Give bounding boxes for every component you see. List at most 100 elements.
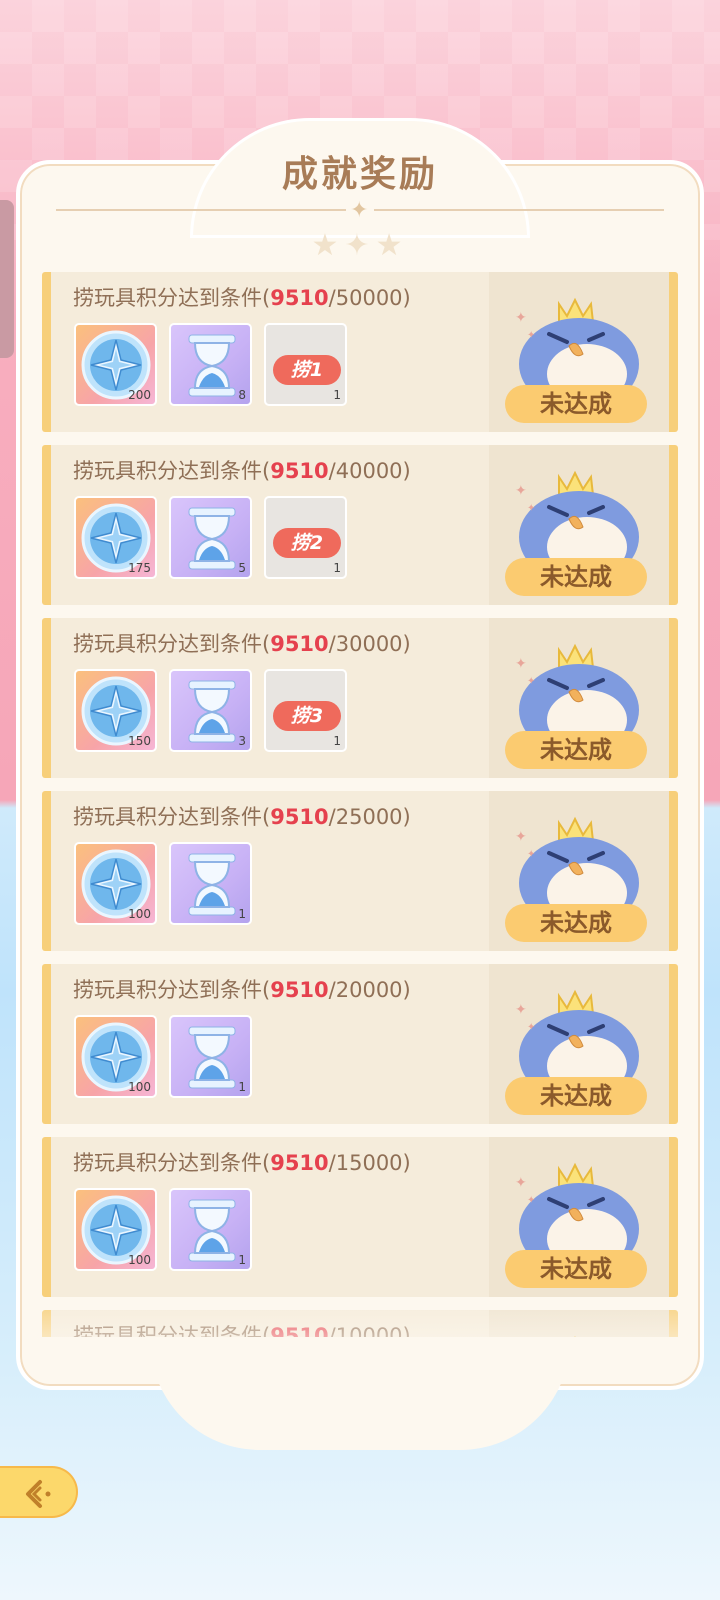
penguin-mascot: ✦ ✦ (509, 640, 649, 756)
back-arrow-icon (26, 1480, 51, 1508)
achievement-row: 捞玩具积分达到条件(9510/50000) 200 8 捞1 1 ✦ ✦ 未达成 (42, 272, 678, 432)
ticket-label: 捞1 (273, 355, 341, 385)
status-zone: ✦ ✦ 未达成 (489, 964, 669, 1124)
target-score: /25000) (328, 805, 411, 829)
reward-ticket[interactable]: 捞1 1 (264, 323, 347, 406)
status-zone: ✦ ✦ 未达成 (489, 272, 669, 432)
reward-ticket[interactable]: 捞3 1 (264, 669, 347, 752)
achievement-row: 捞玩具积分达到条件(9510/25000) 100 1 ✦ ✦ 未达成 (42, 791, 678, 951)
item-quantity: 1 (333, 388, 341, 402)
current-score: 9510 (270, 978, 329, 1002)
item-quantity: 1 (238, 907, 246, 921)
svg-text:✦: ✦ (515, 1002, 527, 1018)
svg-text:✦: ✦ (515, 483, 527, 499)
current-score: 9510 (270, 632, 329, 656)
reward-compass[interactable]: 100 (74, 1188, 157, 1271)
item-quantity: 175 (128, 561, 151, 575)
reward-compass[interactable]: 200 (74, 323, 157, 406)
svg-text:✦: ✦ (515, 1175, 527, 1191)
status-button[interactable]: 未达成 (505, 904, 647, 942)
svg-text:✦: ✦ (527, 676, 535, 687)
condition-prefix: 捞玩具积分达到条件( (73, 632, 271, 656)
status-zone: ✦ ✦ 未达成 (489, 445, 669, 605)
current-score: 9510 (270, 286, 329, 310)
reward-ticket[interactable]: 捞2 1 (264, 496, 347, 579)
condition-text: 捞玩具积分达到条件(9510/20000) (73, 974, 411, 1004)
item-quantity: 3 (238, 734, 246, 748)
item-quantity: 1 (333, 561, 341, 575)
reward-hourglass[interactable]: 1 (169, 1015, 252, 1098)
svg-text:✦: ✦ (515, 656, 527, 672)
item-quantity: 1 (238, 1253, 246, 1267)
penguin-mascot-icon: ✦ ✦ (515, 989, 639, 1102)
svg-text:✦: ✦ (515, 310, 527, 326)
reward-compass[interactable]: 150 (74, 669, 157, 752)
svg-text:✦: ✦ (527, 503, 535, 514)
status-button[interactable]: 未达成 (505, 1250, 647, 1288)
condition-text: 捞玩具积分达到条件(9510/15000) (73, 1147, 411, 1177)
reward-items: 100 1 (74, 1015, 252, 1098)
reward-hourglass[interactable]: 1 (169, 842, 252, 925)
current-score: 9510 (270, 805, 329, 829)
penguin-mascot-icon: ✦ ✦ (515, 470, 639, 583)
sparkle-icon: ✦ (350, 198, 369, 223)
reward-items: 200 8 捞1 1 (74, 323, 347, 406)
status-button[interactable]: 未达成 (505, 1077, 647, 1115)
penguin-mascot: ✦ ✦ (509, 1159, 649, 1275)
back-button[interactable] (0, 1466, 78, 1518)
item-quantity: 100 (128, 1080, 151, 1094)
reward-items: 150 3 捞3 1 (74, 669, 347, 752)
title-divider-left (56, 209, 346, 211)
svg-text:✦: ✦ (527, 330, 535, 341)
item-quantity: 100 (128, 907, 151, 921)
reward-hourglass[interactable]: 1 (169, 1188, 252, 1271)
svg-text:✦: ✦ (527, 1022, 535, 1033)
penguin-mascot: ✦ ✦ (509, 986, 649, 1102)
status-button[interactable]: 未达成 (505, 385, 647, 423)
status-button[interactable]: 未达成 (505, 558, 647, 596)
side-drawer-handle[interactable] (0, 200, 14, 358)
penguin-mascot-icon: ✦ ✦ (515, 1162, 639, 1275)
penguin-mascot-icon: ✦ ✦ (515, 643, 639, 756)
condition-prefix: 捞玩具积分达到条件( (73, 805, 271, 829)
svg-text:✦: ✦ (527, 1195, 535, 1206)
achievement-row: 捞玩具积分达到条件(9510/15000) 100 1 ✦ ✦ 未达成 (42, 1137, 678, 1297)
reward-hourglass[interactable]: 3 (169, 669, 252, 752)
current-score: 9510 (270, 459, 329, 483)
target-score: /50000) (328, 286, 411, 310)
penguin-mascot: ✦ ✦ (509, 813, 649, 929)
reward-items: 175 5 捞2 1 (74, 496, 347, 579)
reward-items: 100 1 (74, 1188, 252, 1271)
item-quantity: 100 (128, 1253, 151, 1267)
current-score: 9510 (270, 1151, 329, 1175)
condition-prefix: 捞玩具积分达到条件( (73, 978, 271, 1002)
reward-compass[interactable]: 100 (74, 1015, 157, 1098)
penguin-mascot: ✦ ✦ (509, 294, 649, 410)
status-zone: ✦ ✦ 未达成 (489, 618, 669, 778)
page-title: 成就奖励 (281, 154, 438, 195)
title-divider-right (374, 209, 664, 211)
condition-prefix: 捞玩具积分达到条件( (73, 459, 271, 483)
reward-compass[interactable]: 100 (74, 842, 157, 925)
status-zone: ✦ ✦ 未达成 (489, 791, 669, 951)
target-score: /30000) (328, 632, 411, 656)
penguin-mascot-icon: ✦ ✦ (515, 816, 639, 929)
condition-text: 捞玩具积分达到条件(9510/40000) (73, 455, 411, 485)
item-quantity: 8 (238, 388, 246, 402)
penguin-mascot: ✦ ✦ (509, 467, 649, 583)
achievement-list[interactable]: 捞玩具积分达到条件(9510/50000) 200 8 捞1 1 ✦ ✦ 未达成 捞玩… (42, 272, 678, 1337)
achievement-row: 捞玩具积分达到条件(9510/30000) 150 3 捞3 1 ✦ ✦ 未达成 (42, 618, 678, 778)
achievement-row: 捞玩具积分达到条件(9510/40000) 175 5 捞2 1 ✦ ✦ 未达成 (42, 445, 678, 605)
penguin-mascot-icon: ✦ ✦ (515, 297, 639, 410)
reward-hourglass[interactable]: 8 (169, 323, 252, 406)
reward-compass[interactable]: 175 (74, 496, 157, 579)
condition-text: 捞玩具积分达到条件(9510/30000) (73, 628, 411, 658)
reward-hourglass[interactable]: 5 (169, 496, 252, 579)
ticket-label: 捞2 (273, 528, 341, 558)
reward-items: 100 1 (74, 842, 252, 925)
achievement-row: 捞玩具积分达到条件(9510/20000) 100 1 ✦ ✦ 未达成 (42, 964, 678, 1124)
target-score: /20000) (328, 978, 411, 1002)
item-quantity: 5 (238, 561, 246, 575)
status-button[interactable]: 未达成 (505, 731, 647, 769)
svg-text:✦: ✦ (515, 829, 527, 845)
